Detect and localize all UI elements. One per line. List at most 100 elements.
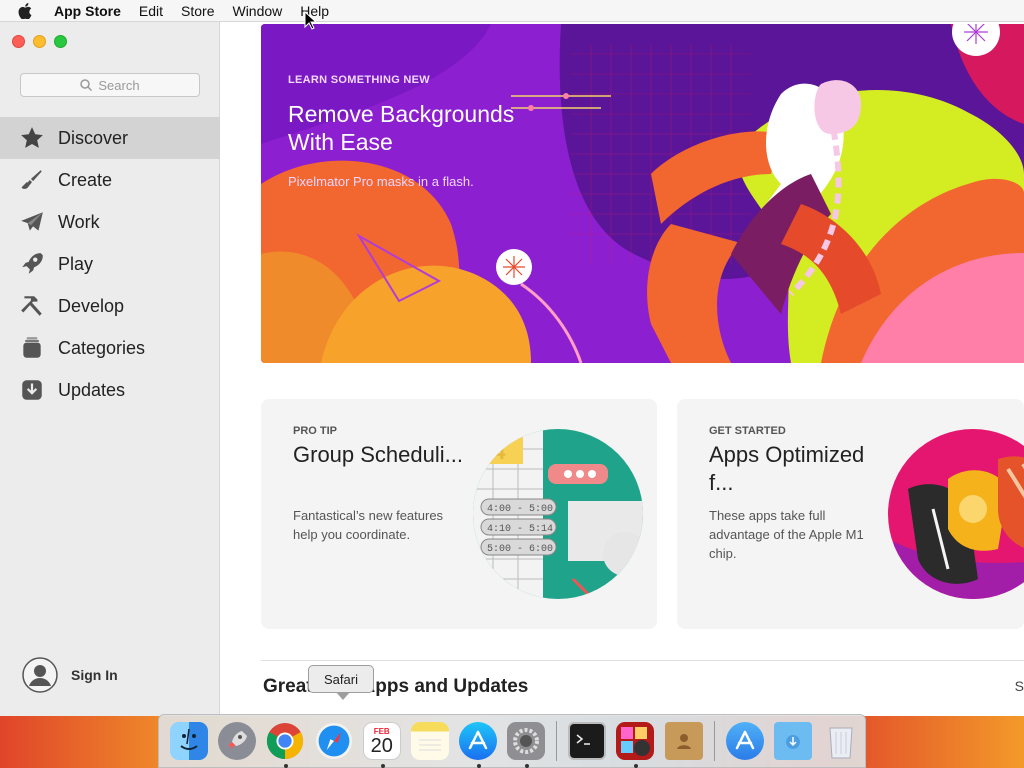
card-title: Group Scheduli...	[293, 442, 463, 467]
dock-calendar[interactable]: FEB 20	[360, 718, 404, 768]
sidebar-item-discover[interactable]: Discover	[0, 117, 220, 159]
sidebar-item-work[interactable]: Work	[0, 201, 220, 243]
sign-in-label: Sign In	[71, 667, 118, 683]
app-store-window: Search Discover Create Work Play Develop…	[0, 22, 1024, 716]
card-kicker: GET STARTED	[709, 425, 786, 437]
hero-subtitle: Pixelmator Pro masks in a flash.	[288, 174, 474, 189]
time-slot-2: 4:10 - 5:14	[487, 524, 553, 535]
dock-chrome[interactable]	[263, 718, 307, 768]
menu-edit[interactable]: Edit	[139, 3, 163, 19]
dock-downloads[interactable]	[771, 718, 815, 764]
running-indicator	[476, 764, 481, 768]
card-kicker: PRO TIP	[293, 425, 338, 437]
rocket-icon	[18, 250, 46, 278]
sidebar-label-create: Create	[58, 169, 113, 190]
dock-photo-booth[interactable]	[613, 718, 657, 768]
calendar-icon: FEB 20	[362, 722, 401, 760]
sidebar-item-categories[interactable]: Categories	[0, 327, 220, 369]
close-button[interactable]	[12, 35, 25, 48]
search-placeholder: Search	[98, 77, 140, 93]
card-description: These apps take full advantage of the Ap…	[709, 508, 864, 561]
contacts-icon	[664, 722, 703, 760]
hero-kicker: LEARN SOMETHING NEW	[288, 74, 430, 86]
app-store-folder-icon	[725, 722, 764, 760]
calendar-day: 20	[370, 734, 393, 757]
dock-system-preferences[interactable]	[504, 718, 548, 768]
fantastical-artwork: 14 4:00 - 5:00 4:10 - 5:14 5:00 - 6:00	[473, 429, 643, 599]
star-icon	[18, 124, 46, 152]
dock-contacts[interactable]	[662, 718, 706, 764]
sidebar-item-play[interactable]: Play	[0, 243, 220, 285]
dock-tooltip: Safari	[308, 665, 374, 700]
sidebar-label-develop: Develop	[58, 295, 125, 316]
running-indicator	[380, 764, 385, 768]
app-store-icon	[459, 722, 498, 760]
sidebar-label-updates: Updates	[58, 379, 126, 400]
dock-trash[interactable]	[819, 718, 863, 764]
section-divider	[261, 660, 1024, 661]
dock-safari[interactable]	[311, 718, 355, 764]
sidebar-nav: Discover Create Work Play Develop Catego…	[0, 117, 220, 411]
mouse-cursor-icon	[304, 11, 316, 30]
see-all-link[interactable]: S	[1015, 678, 1024, 694]
calendar-badge-number: 14	[481, 439, 506, 464]
downloads-folder-icon	[773, 722, 812, 760]
running-indicator	[525, 764, 530, 768]
trash-icon	[822, 722, 860, 760]
chrome-icon	[266, 722, 304, 760]
story-card-pro-tip[interactable]: PRO TIP Group Scheduli... Fantastical’s …	[261, 399, 657, 629]
dock-separator	[556, 721, 558, 761]
dock-separator	[713, 721, 715, 761]
photo-booth-icon	[616, 722, 655, 760]
running-indicator	[634, 764, 639, 768]
hero-title: Remove Backgrounds With Ease	[288, 101, 515, 155]
section-title: Great New Apps and Updates	[263, 676, 529, 697]
paper-plane-icon	[18, 208, 46, 236]
sidebar-label-work: Work	[58, 211, 100, 232]
notes-icon	[410, 722, 449, 760]
stack-icon	[18, 334, 46, 362]
window-controls	[12, 35, 67, 48]
sign-in-button[interactable]: Sign In	[22, 657, 118, 693]
sidebar-item-create[interactable]: Create	[0, 159, 220, 201]
avatar-icon	[22, 657, 58, 693]
dock-terminal[interactable]	[565, 718, 609, 764]
sidebar-label-categories: Categories	[58, 337, 146, 358]
dock-finder[interactable]	[167, 718, 211, 764]
apple-menu-icon[interactable]	[18, 2, 38, 19]
sidebar-label-play: Play	[58, 253, 94, 274]
zoom-button[interactable]	[54, 35, 67, 48]
download-icon	[18, 376, 46, 404]
hero-banner[interactable]: LEARN SOMETHING NEW Remove Backgrounds W…	[261, 24, 1024, 363]
safari-icon	[315, 722, 353, 760]
dock-app-store-folder[interactable]	[723, 718, 767, 764]
sidebar: Search Discover Create Work Play Develop…	[0, 22, 220, 716]
card-title: Apps Optimized f...	[709, 442, 865, 495]
search-field[interactable]: Search	[20, 73, 200, 97]
sidebar-label-discover: Discover	[58, 127, 129, 148]
dock-launchpad[interactable]	[215, 718, 259, 764]
dock-app-store[interactable]	[456, 718, 500, 768]
menu-app-name[interactable]: App Store	[54, 3, 121, 19]
sidebar-item-develop[interactable]: Develop	[0, 285, 220, 327]
brush-icon	[18, 166, 46, 194]
launchpad-icon	[218, 722, 257, 760]
menu-store[interactable]: Store	[181, 3, 214, 19]
story-card-get-started[interactable]: GET STARTED Apps Optimized f... These ap…	[677, 399, 1024, 629]
main-content: LEARN SOMETHING NEW Remove Backgrounds W…	[221, 22, 1024, 716]
finder-icon	[170, 722, 209, 760]
dock-notes[interactable]	[408, 718, 452, 764]
terminal-icon	[568, 722, 607, 760]
minimize-button[interactable]	[33, 35, 46, 48]
sidebar-item-updates[interactable]: Updates	[0, 369, 220, 411]
gear-icon	[507, 722, 546, 760]
time-slot-3: 5:00 - 6:00	[487, 544, 553, 555]
time-slot-1: 4:00 - 5:00	[487, 504, 553, 515]
m1-apps-artwork	[888, 429, 1024, 599]
search-icon	[80, 79, 93, 91]
hammer-icon	[18, 292, 46, 320]
dock: FEB 20	[158, 714, 866, 768]
card-description: Fantastical’s new features help you coor…	[293, 508, 444, 542]
menu-window[interactable]: Window	[232, 3, 282, 19]
menu-bar: App Store Edit Store Window Help	[0, 0, 1024, 22]
